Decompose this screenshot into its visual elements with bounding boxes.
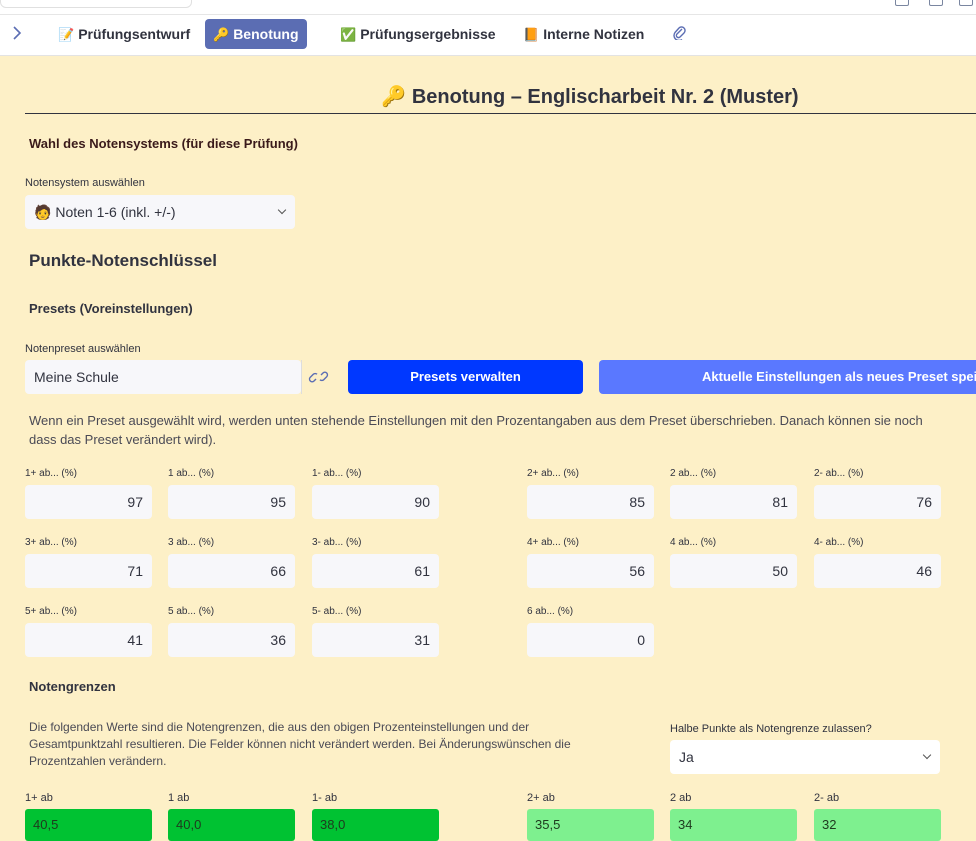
percent-field-label: 2 ab... (%) xyxy=(670,468,717,479)
boundaries-text-line2: Gesamtpunktzahl resultieren. Die Felder … xyxy=(29,737,571,751)
tab-label: Benotung xyxy=(233,26,299,42)
percent-input[interactable]: 36 xyxy=(168,623,295,657)
percent-field-label: 1 ab... (%) xyxy=(168,468,215,479)
boundary-label: 1 ab xyxy=(168,792,190,804)
percent-input[interactable]: 66 xyxy=(168,554,295,588)
percent-input[interactable]: 97 xyxy=(25,485,152,519)
tab-pruefungsentwurf[interactable]: 📝 Prüfungsentwurf xyxy=(50,19,198,49)
percent-input[interactable]: 71 xyxy=(25,554,152,588)
boundary-label: 2+ ab xyxy=(527,792,555,804)
percent-input[interactable]: 46 xyxy=(814,554,941,588)
boundary-value: 35,5 xyxy=(527,809,654,841)
preset-info-line2: dass das Preset verändert wird). xyxy=(29,432,217,447)
window-icon[interactable] xyxy=(895,0,909,6)
percent-field-label: 6 ab... (%) xyxy=(527,606,574,617)
percent-field-label: 2+ ab... (%) xyxy=(527,468,579,479)
percent-field-label: 1+ ab... (%) xyxy=(25,468,77,479)
percent-field-label: 3- ab... (%) xyxy=(312,537,362,548)
chevron-down-icon xyxy=(922,750,932,760)
tab-interne-notizen[interactable]: 📙 Interne Notizen xyxy=(515,19,652,49)
paperclip-icon[interactable] xyxy=(672,24,686,44)
save-preset-button[interactable]: Aktuelle Einstellungen als neues Preset … xyxy=(599,360,976,394)
link-icon[interactable] xyxy=(301,360,334,394)
percent-input[interactable]: 56 xyxy=(527,554,654,588)
window-top-strip xyxy=(0,0,976,15)
tab-pruefungsergebnisse[interactable]: ✅ Prüfungsergebnisse xyxy=(332,19,504,49)
tab-label: Prüfungsergebnisse xyxy=(360,26,496,42)
check-icon: ✅ xyxy=(340,27,357,42)
percent-field-label: 1- ab... (%) xyxy=(312,468,362,479)
percent-input[interactable]: 85 xyxy=(527,485,654,519)
boundary-value: 40,0 xyxy=(168,809,295,841)
percent-input[interactable]: 31 xyxy=(312,623,439,657)
boundaries-text-line3: Prozentzahlen verändern. xyxy=(29,754,167,768)
person-icon: 🧑 xyxy=(34,204,52,220)
boundary-value: 34 xyxy=(670,809,797,841)
boundary-value: 32 xyxy=(814,809,941,841)
tab-label: Prüfungsentwurf xyxy=(78,26,191,42)
percent-input[interactable]: 95 xyxy=(168,485,295,519)
percent-input[interactable]: 90 xyxy=(312,485,439,519)
percent-input[interactable]: 41 xyxy=(25,623,152,657)
page-title: 🔑 Benotung – Englischarbeit Nr. 2 (Muste… xyxy=(381,86,799,108)
half-points-value: Ja xyxy=(679,749,694,765)
percent-field-label: 4- ab... (%) xyxy=(814,537,864,548)
boundary-label: 2 ab xyxy=(670,792,692,804)
tab-benotung[interactable]: 🔑 Benotung xyxy=(205,19,307,49)
half-points-select[interactable]: Ja xyxy=(670,740,940,774)
chevron-down-icon xyxy=(277,205,287,215)
notebook-icon: 📙 xyxy=(523,27,540,42)
boundary-value: 38,0 xyxy=(312,809,439,841)
top-search-box[interactable] xyxy=(0,0,192,8)
percent-field-label: 4 ab... (%) xyxy=(670,537,717,548)
boundary-label: 1+ ab xyxy=(25,792,53,804)
memo-icon: 📝 xyxy=(58,27,75,42)
percent-field-label: 5 ab... (%) xyxy=(168,606,215,617)
tab-bar: 📝 Prüfungsentwurf 🔑 Benotung ✅ Prüfungserge… xyxy=(0,15,976,56)
preset-select-label: Notenpreset auswählen xyxy=(25,343,141,355)
tab-label: Interne Notizen xyxy=(543,26,645,42)
half-points-label: Halbe Punkte als Notengrenze zulassen? xyxy=(670,723,872,735)
percent-input[interactable]: 0 xyxy=(527,623,654,657)
points-key-heading: Punkte-Notenschlüssel xyxy=(29,251,217,270)
presets-heading: Presets (Voreinstellungen) xyxy=(29,301,193,316)
percent-input[interactable]: 76 xyxy=(814,485,941,519)
window-icon[interactable] xyxy=(959,0,973,6)
preset-select[interactable]: Meine Schule xyxy=(25,360,301,394)
percent-input[interactable]: 50 xyxy=(670,554,797,588)
percent-field-label: 3 ab... (%) xyxy=(168,537,215,548)
chevron-right-icon[interactable] xyxy=(12,25,30,45)
boundaries-heading: Notengrenzen xyxy=(29,679,116,694)
grading-system-heading: Wahl des Notensystems (für diese Prüfung… xyxy=(29,136,298,151)
boundary-label: 1- ab xyxy=(312,792,338,804)
grading-system-value: Noten 1-6 (inkl. +/-) xyxy=(55,204,176,220)
percent-input[interactable]: 61 xyxy=(312,554,439,588)
key-icon: 🔑 xyxy=(213,27,230,42)
preset-value: Meine Schule xyxy=(34,369,119,385)
boundary-label: 2- ab xyxy=(814,792,840,804)
boundary-value: 40,5 xyxy=(25,809,152,841)
grading-system-select[interactable]: 🧑 Noten 1-6 (inkl. +/-) xyxy=(25,195,295,229)
percent-input[interactable]: 81 xyxy=(670,485,797,519)
preset-info-line1: Wenn ein Preset ausgewählt wird, werden … xyxy=(29,413,923,428)
main-content: 🔑 Benotung – Englischarbeit Nr. 2 (Muste… xyxy=(0,56,976,841)
manage-presets-button[interactable]: Presets verwalten xyxy=(348,360,583,394)
percent-field-label: 2- ab... (%) xyxy=(814,468,864,479)
boundaries-text-line1: Die folgenden Werte sind die Notengrenze… xyxy=(29,720,530,734)
percent-field-label: 3+ ab... (%) xyxy=(25,537,77,548)
percent-field-label: 4+ ab... (%) xyxy=(527,537,579,548)
window-icon[interactable] xyxy=(929,0,943,6)
percent-field-label: 5- ab... (%) xyxy=(312,606,362,617)
percent-field-label: 5+ ab... (%) xyxy=(25,606,77,617)
title-divider xyxy=(25,113,976,114)
grading-system-label: Notensystem auswählen xyxy=(25,177,145,189)
